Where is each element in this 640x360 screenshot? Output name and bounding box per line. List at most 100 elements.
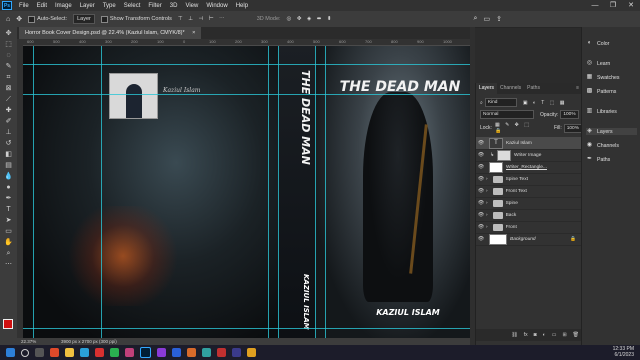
windows-start-icon[interactable] [6,348,15,357]
share-icon[interactable]: ⇪ [496,15,502,23]
app-icon[interactable] [157,348,166,357]
kind-dropdown[interactable]: Kind [484,98,517,107]
blend-mode-dropdown[interactable]: Normal [480,110,534,119]
menu-select[interactable]: Select [120,3,145,9]
3d-tools-icons[interactable]: ◎ ✥ ◈ ⬌ ⬍ [287,16,334,22]
guide-line[interactable] [33,46,34,338]
align-icons[interactable]: ⊤ ⊥ ⊣ ⊢ ⋯ [178,16,227,22]
healing-brush-tool-icon[interactable]: ✚ [3,106,14,115]
menu-type[interactable]: Type [99,3,120,9]
eyedropper-tool-icon[interactable]: ⟋ [3,95,14,104]
more-tools-icon[interactable]: ⋯ [3,260,14,269]
app-icon[interactable] [172,348,181,357]
transform-controls-checkbox[interactable]: Show Transform Controls [100,15,172,23]
hand-tool-icon[interactable]: ✋ [3,238,14,247]
move-tool-icon[interactable]: ✥ [16,15,22,23]
menu-image[interactable]: Image [51,3,76,9]
app-icon[interactable] [247,348,256,357]
canvas-area[interactable]: 600 500 400 300 200 100 0 100 200 300 40… [17,39,470,338]
menu-help[interactable]: Help [232,3,252,9]
app-icon[interactable] [202,348,211,357]
opacity-input[interactable]: 100% [560,110,579,119]
home-icon[interactable]: ⌂ [6,16,10,23]
tab-paths[interactable]: Paths [524,83,543,94]
app-icon[interactable] [95,348,104,357]
clone-stamp-tool-icon[interactable]: ⊥ [3,128,14,137]
eye-icon[interactable]: 👁 [476,236,486,242]
menu-view[interactable]: View [181,3,202,9]
zoom-level[interactable]: 22.37% [21,338,36,345]
filter-icons[interactable]: ▣ ◐ T ⬚ ▦ [523,100,567,106]
dock-channels[interactable]: ◉ Channels [586,142,619,149]
photoshop-taskbar-icon[interactable] [140,347,151,358]
search-icon[interactable]: ⌕ [474,15,478,23]
eye-icon[interactable]: 👁 [476,212,486,218]
auto-select-dropdown[interactable]: Layer [73,14,95,24]
history-brush-tool-icon[interactable]: ↺ [3,139,14,148]
search-icon[interactable] [21,348,29,357]
edge-icon[interactable] [80,348,89,357]
type-tool-icon[interactable]: T [3,205,14,214]
expand-icon[interactable]: › [486,201,488,206]
trash-icon[interactable]: 🗑 [573,332,579,338]
eye-icon[interactable]: 👁 [476,200,486,206]
adjustment-icon[interactable]: ◐ [543,332,546,338]
system-clock[interactable]: 12:33 PM 6/1/2023 [613,346,634,358]
move-tool-icon[interactable]: ✥ [3,29,14,38]
app-icon[interactable] [187,348,196,357]
tab-layers[interactable]: Layers [476,83,498,94]
app-icon[interactable] [50,348,59,357]
app-icon[interactable] [232,348,241,357]
eye-icon[interactable]: 👁 [476,164,486,170]
zoom-tool-icon[interactable]: ⌕ [3,249,14,258]
guide-line[interactable] [23,94,470,95]
horizontal-ruler[interactable]: 600 500 400 300 200 100 0 100 200 300 40… [17,39,470,46]
maximize-button[interactable]: ❐ [604,0,622,11]
eye-icon[interactable]: 👁 [476,188,486,194]
task-view-icon[interactable] [35,348,44,357]
workspace-icon[interactable]: ▭ [483,15,490,23]
eye-icon[interactable]: 👁 [476,224,486,230]
menu-edit[interactable]: Edit [33,3,51,9]
guide-line[interactable] [325,46,326,338]
minimize-button[interactable]: — [586,0,604,11]
close-tab-icon[interactable]: × [192,30,195,36]
menu-window[interactable]: Window [202,3,231,9]
close-window-button[interactable]: ✕ [622,0,640,11]
eraser-tool-icon[interactable]: ◧ [3,150,14,159]
app-icon[interactable] [125,348,134,357]
guide-line[interactable] [315,46,316,338]
file-explorer-icon[interactable] [65,348,74,357]
auto-select-checkbox[interactable]: Auto-Select: [28,15,67,23]
eye-icon[interactable]: 👁 [476,140,486,146]
pen-tool-icon[interactable]: ✒ [3,194,14,203]
menu-filter[interactable]: Filter [144,3,165,9]
menu-layer[interactable]: Layer [76,3,99,9]
menu-file[interactable]: File [15,3,33,9]
layer-row[interactable]: 👁 Background 🔒 [476,233,582,246]
eye-icon[interactable]: 👁 [476,176,486,182]
document-tab[interactable]: Horror Book Cover Design.psd @ 22.4% (Ka… [19,27,202,39]
eye-icon[interactable]: 👁 [476,152,486,158]
marquee-tool-icon[interactable]: ⬚ [3,40,14,49]
quick-select-tool-icon[interactable]: ✎ [3,62,14,71]
mask-icon[interactable]: ◙ [534,332,537,338]
blur-tool-icon[interactable]: 💧 [3,172,14,181]
app-icon[interactable] [110,348,119,357]
foreground-color-swatch[interactable] [3,319,13,329]
new-layer-icon[interactable]: ⊞ [562,332,566,338]
brush-tool-icon[interactable]: ✐ [3,117,14,126]
app-icon[interactable] [217,348,226,357]
gradient-tool-icon[interactable]: ▤ [3,161,14,170]
crop-tool-icon[interactable]: ⌗ [3,73,14,82]
menu-3d[interactable]: 3D [166,3,182,9]
expand-icon[interactable]: › [486,225,488,230]
shape-tool-icon[interactable]: ▭ [3,227,14,236]
dock-paths[interactable]: ✒ Paths [586,156,610,163]
dock-layers[interactable]: ◈ Layers [586,128,637,135]
fx-icon[interactable]: fx [524,332,528,338]
expand-icon[interactable]: › [486,189,488,194]
path-select-tool-icon[interactable]: ➤ [3,216,14,225]
dock-learn[interactable]: ◎ Learn [586,60,610,67]
folder-icon[interactable]: ▭ [552,332,557,338]
